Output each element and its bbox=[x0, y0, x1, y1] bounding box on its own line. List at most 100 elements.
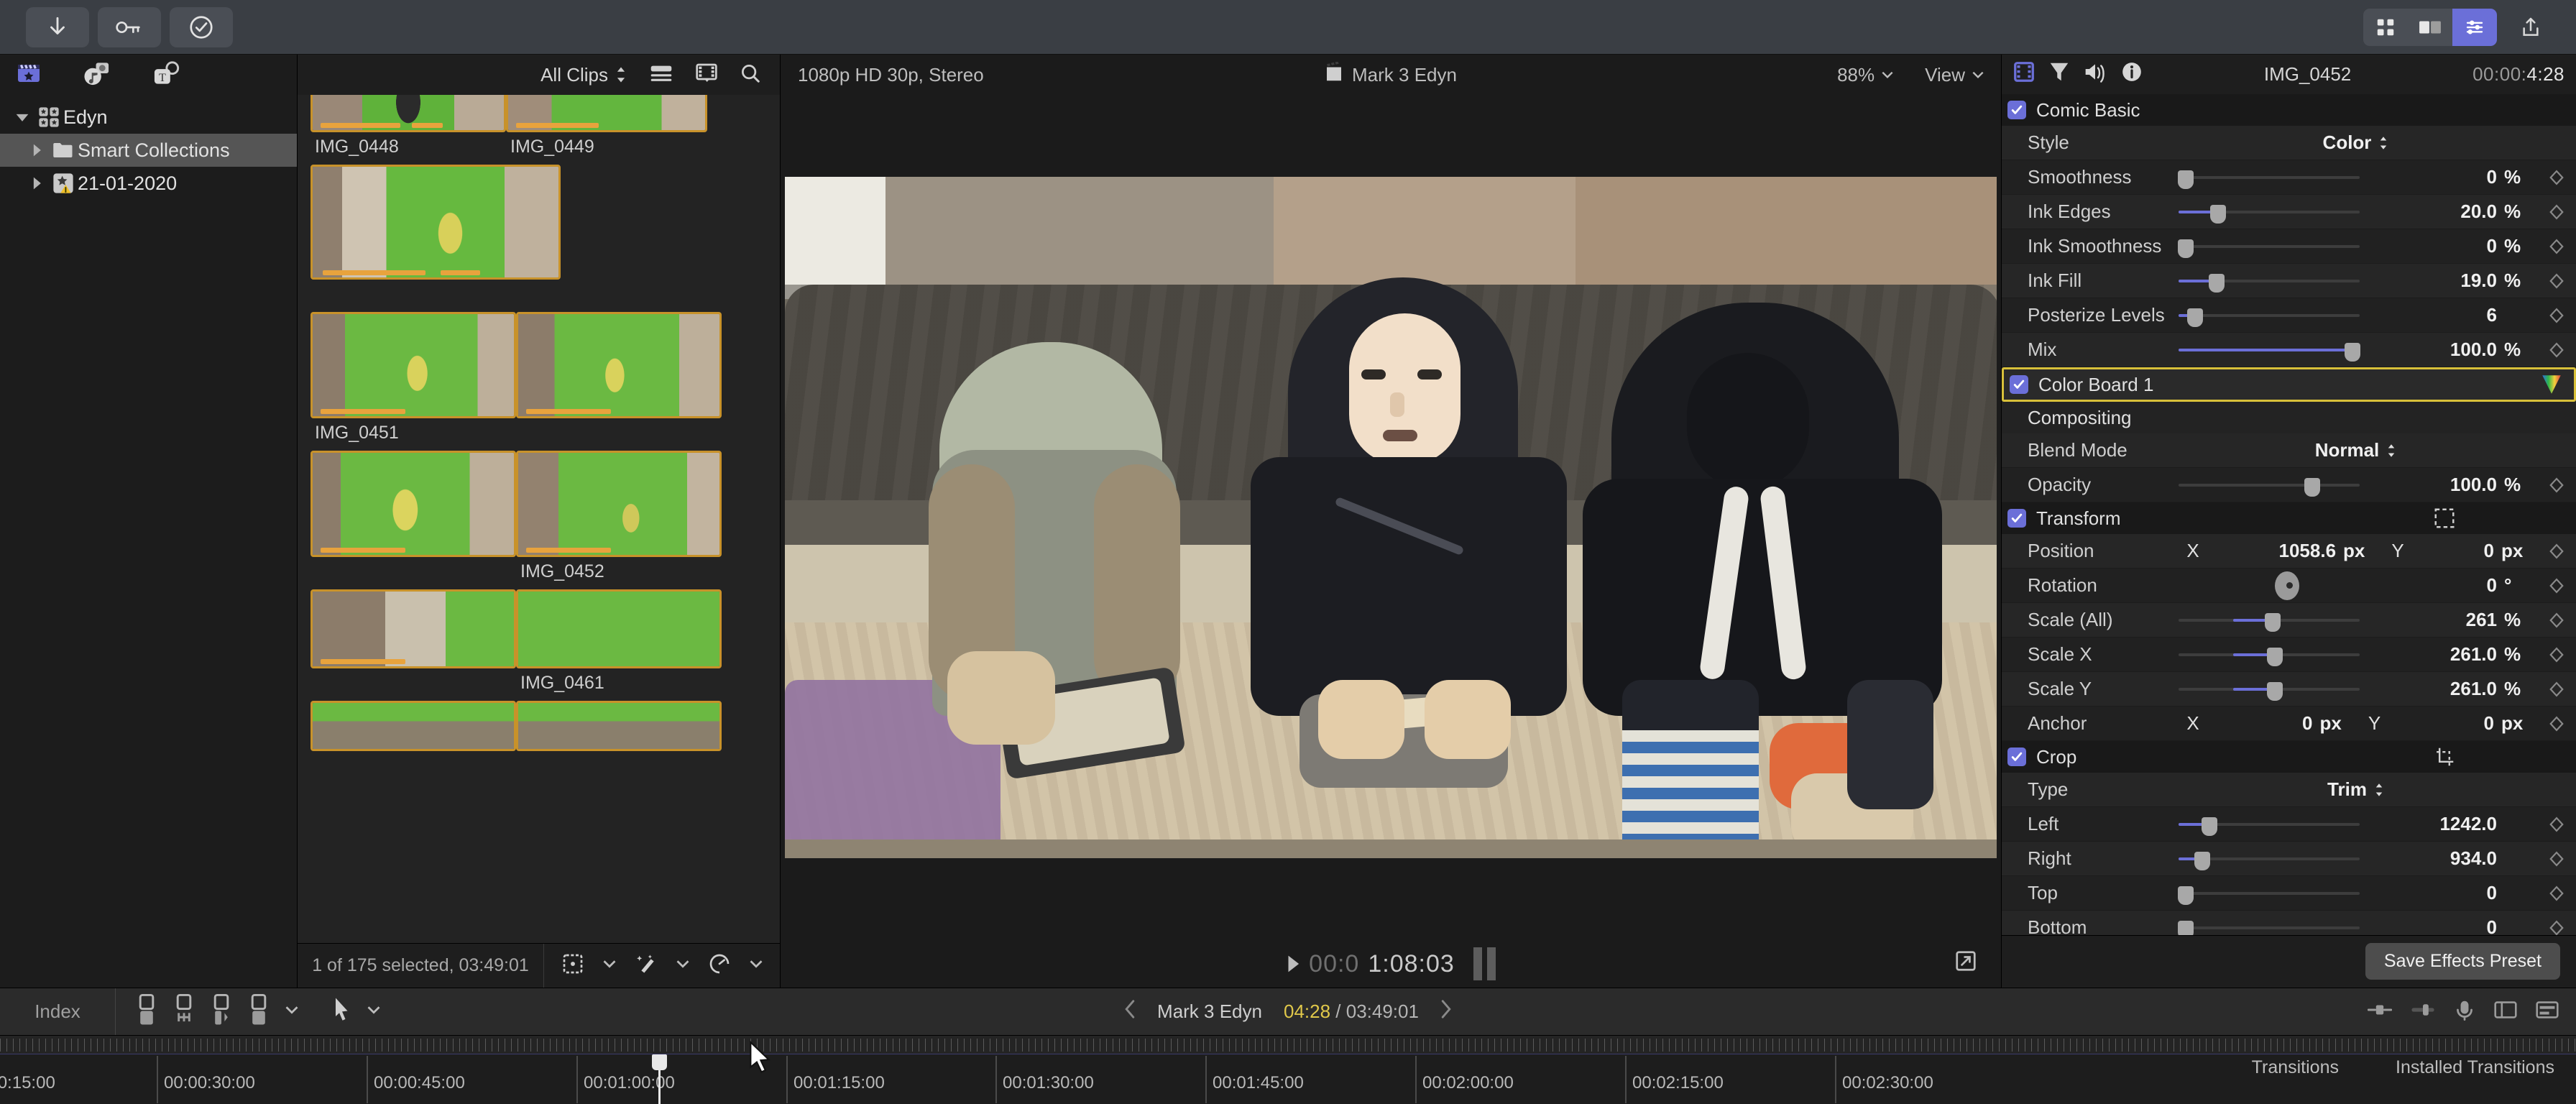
param-row-crop-right[interactable]: Right 934.0 bbox=[2002, 842, 2576, 877]
keyframe-icon[interactable] bbox=[2537, 886, 2576, 901]
next-project-icon[interactable] bbox=[1440, 1000, 1452, 1024]
param-slider[interactable] bbox=[2178, 168, 2360, 189]
edit-tool-overwrite-icon[interactable] bbox=[248, 994, 270, 1029]
param-row-position[interactable]: Position X 1058.6 px Y 0 px bbox=[2002, 534, 2576, 569]
param-slider[interactable] bbox=[2178, 237, 2360, 258]
param-slider[interactable] bbox=[2178, 919, 2360, 935]
keyframe-icon[interactable] bbox=[2537, 647, 2576, 663]
libraries-icon[interactable] bbox=[16, 60, 42, 90]
keyframe-icon[interactable] bbox=[2537, 308, 2576, 323]
clip-thumbnail[interactable] bbox=[310, 451, 516, 557]
param-row-scale-x[interactable]: Scale X 261.0 % bbox=[2002, 638, 2576, 673]
clip-thumbnail[interactable] bbox=[310, 701, 516, 751]
keyframe-icon[interactable] bbox=[2537, 578, 2576, 594]
clip-appearance-icon[interactable] bbox=[561, 953, 584, 978]
crop-enable-checkbox[interactable] bbox=[2007, 748, 2026, 767]
clip-thumbnail[interactable] bbox=[310, 165, 561, 280]
clip-thumbnail[interactable] bbox=[310, 312, 516, 418]
param-popup[interactable]: Color bbox=[2174, 132, 2537, 154]
param-popup[interactable]: Normal bbox=[2174, 439, 2537, 461]
tree-item-library[interactable]: Edyn bbox=[0, 101, 297, 134]
clip-thumbnail[interactable] bbox=[516, 589, 722, 668]
keyframe-icon[interactable] bbox=[2537, 204, 2576, 220]
param-row-ink-smoothness[interactable]: Ink Smoothness 0 % bbox=[2002, 229, 2576, 264]
chevron-down-icon[interactable] bbox=[285, 1004, 298, 1019]
param-row-scale-y[interactable]: Scale Y 261.0 % bbox=[2002, 672, 2576, 707]
timeline-index-button[interactable]: Index bbox=[0, 1000, 115, 1023]
param-slider[interactable] bbox=[2179, 850, 2360, 870]
clip-filter-dropdown[interactable]: All Clips bbox=[540, 64, 627, 86]
chevron-down-icon[interactable] bbox=[367, 1004, 380, 1019]
view-dropdown[interactable]: View bbox=[1925, 64, 1984, 86]
keyframe-icon[interactable] bbox=[2537, 612, 2576, 628]
list-view-icon[interactable] bbox=[649, 64, 673, 86]
audio-inspector-tab[interactable] bbox=[2084, 61, 2107, 88]
timeline-ruler[interactable]: 00:00:15:00 00:00:30:00 00:00:45:00 00:01:0… bbox=[0, 1035, 2576, 1104]
zoom-slider-icon[interactable] bbox=[2411, 1000, 2435, 1023]
param-row-opacity[interactable]: Opacity 100.0 % bbox=[2002, 468, 2576, 503]
position-x-value[interactable]: 1058.6 bbox=[2212, 540, 2337, 562]
inspector-body[interactable]: Comic Basic Style Color Smoothness 0 % I… bbox=[2002, 94, 2576, 935]
param-row-blend-mode[interactable]: Blend Mode Normal bbox=[2002, 433, 2576, 469]
param-row-smoothness[interactable]: Smoothness 0 % bbox=[2002, 160, 2576, 196]
param-slider[interactable] bbox=[2179, 611, 2360, 632]
effect-header-comic-basic[interactable]: Comic Basic bbox=[2002, 94, 2576, 126]
clip-height-icon[interactable] bbox=[2367, 1000, 2393, 1023]
keyframe-icon[interactable] bbox=[2537, 851, 2576, 867]
clip-thumbnail[interactable] bbox=[516, 312, 722, 418]
keyframe-icon[interactable] bbox=[2537, 716, 2576, 732]
param-row-style[interactable]: Style Color bbox=[2002, 126, 2576, 161]
keyframe-icon[interactable] bbox=[2537, 681, 2576, 697]
anchor-y-value[interactable]: 0 bbox=[2393, 712, 2494, 735]
keyframe-icon[interactable] bbox=[2537, 342, 2576, 358]
keyframe-icon[interactable] bbox=[2537, 543, 2576, 559]
param-slider[interactable] bbox=[2178, 884, 2360, 905]
param-slider[interactable] bbox=[2179, 341, 2360, 362]
keyframe-icon[interactable] bbox=[2537, 273, 2576, 289]
viewer-timecode[interactable]: 00:0 1:08:03 bbox=[1286, 950, 1455, 978]
param-slider[interactable] bbox=[2179, 272, 2360, 293]
param-slider[interactable] bbox=[2179, 680, 2360, 701]
disclosure-open-icon[interactable] bbox=[10, 110, 34, 124]
chevron-down-icon[interactable] bbox=[603, 957, 616, 974]
browser-filmstrip-area[interactable]: IMG_0448 IMG_0449 . bbox=[298, 95, 780, 943]
param-slider[interactable] bbox=[2179, 815, 2360, 836]
color-board-icon[interactable] bbox=[2539, 373, 2564, 396]
keyframe-icon[interactable] bbox=[2537, 239, 2576, 254]
param-slider[interactable] bbox=[2179, 476, 2360, 497]
clip-thumbnail[interactable] bbox=[310, 589, 516, 668]
video-inspector-tab[interactable] bbox=[2013, 61, 2035, 88]
share-button[interactable] bbox=[2507, 9, 2554, 46]
chevron-down-icon[interactable] bbox=[676, 957, 689, 974]
crop-box-icon[interactable] bbox=[2434, 746, 2455, 768]
param-slider[interactable] bbox=[2179, 203, 2360, 224]
viewer-canvas[interactable] bbox=[785, 177, 1997, 858]
tree-item-event[interactable]: 21-01-2020 bbox=[0, 167, 297, 200]
keyframe-icon[interactable] bbox=[2537, 816, 2576, 832]
position-y-value[interactable]: 0 bbox=[2416, 540, 2494, 562]
import-media-button[interactable] bbox=[26, 6, 89, 47]
param-row-ink-edges[interactable]: Ink Edges 20.0 % bbox=[2002, 195, 2576, 230]
section-header-crop[interactable]: Crop bbox=[2002, 741, 2576, 773]
transform-box-icon[interactable] bbox=[2434, 507, 2455, 529]
tree-item-smart-collections[interactable]: Smart Collections bbox=[0, 134, 297, 167]
filmstrip-view-icon[interactable] bbox=[695, 63, 718, 88]
inspector-button[interactable] bbox=[2452, 8, 2497, 46]
edit-tool-append-icon[interactable] bbox=[136, 994, 157, 1029]
fullscreen-icon[interactable] bbox=[1955, 950, 1977, 978]
section-header-transform[interactable]: Transform bbox=[2002, 502, 2576, 535]
keywords-button[interactable] bbox=[98, 6, 161, 47]
filter-inspector-tab[interactable] bbox=[2049, 61, 2069, 88]
disclosure-closed-icon[interactable] bbox=[24, 143, 49, 157]
search-icon[interactable] bbox=[740, 63, 761, 88]
timeline-display-options-icon[interactable] bbox=[2536, 1000, 2559, 1023]
param-row-anchor[interactable]: Anchor X 0 px Y 0 px bbox=[2002, 707, 2576, 742]
retime-icon[interactable] bbox=[708, 952, 731, 979]
clip-thumbnail[interactable] bbox=[516, 701, 722, 751]
effect-enable-checkbox[interactable] bbox=[2010, 375, 2028, 395]
prev-project-icon[interactable] bbox=[1124, 1000, 1136, 1024]
timeline-index-toggle-icon[interactable] bbox=[2494, 1000, 2517, 1023]
background-tasks-button[interactable] bbox=[170, 6, 233, 47]
info-inspector-tab[interactable] bbox=[2121, 61, 2143, 88]
param-row-scale-all[interactable]: Scale (All) 261 % bbox=[2002, 603, 2576, 638]
